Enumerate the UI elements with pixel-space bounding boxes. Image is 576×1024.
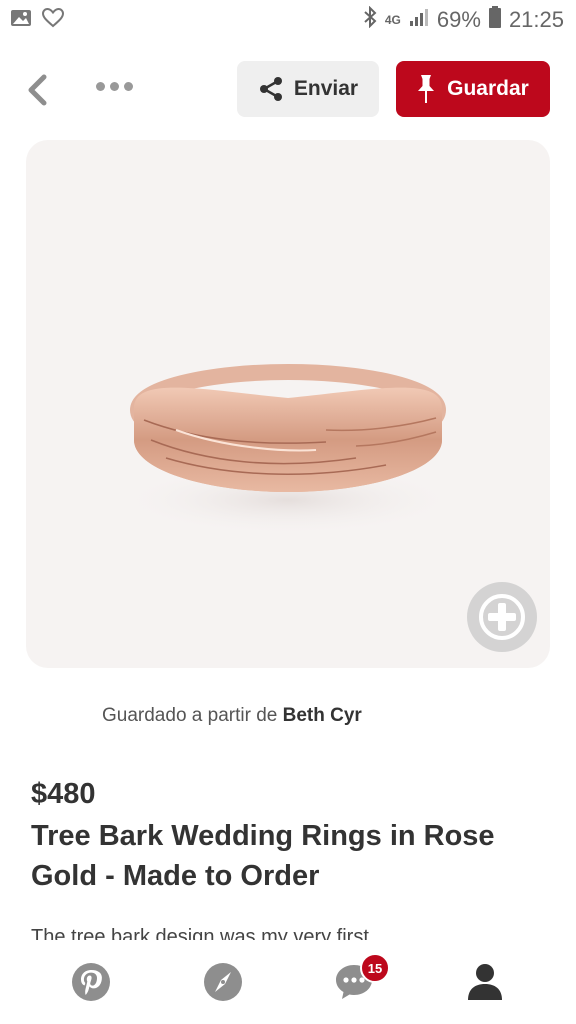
rose-gold-ring-image	[118, 364, 458, 535]
attribution-source[interactable]: Beth Cyr	[283, 705, 362, 726]
profile-icon	[468, 964, 502, 1000]
visual-search-button[interactable]	[467, 582, 537, 652]
bluetooth-icon	[363, 5, 377, 34]
clock: 21:25	[508, 7, 564, 32]
attribution-prefix: Guardado a partir de	[102, 705, 278, 726]
pin-title: Tree Bark Wedding Rings in Rose Gold - M…	[31, 820, 495, 892]
pin-price: $480	[31, 778, 96, 810]
back-button[interactable]	[22, 70, 52, 110]
pinterest-logo-icon	[72, 963, 110, 1001]
pin-image[interactable]	[26, 140, 550, 668]
nav-home[interactable]	[69, 960, 113, 1004]
status-bar: 4G 69% 21:25	[0, 0, 576, 40]
save-label: Guardar	[447, 77, 529, 100]
notifications-badge: 15	[360, 953, 390, 983]
nav-profile[interactable]	[463, 960, 507, 1004]
more-dots-icon	[96, 82, 105, 91]
pushpin-icon	[418, 75, 435, 103]
save-button[interactable]: Guardar	[396, 61, 550, 117]
visual-search-icon	[479, 594, 525, 640]
battery-percent: 69%	[436, 7, 481, 32]
pin-attribution[interactable]: Guardado a partir de Beth Cyr	[102, 705, 362, 727]
more-options-button[interactable]	[96, 82, 133, 91]
compass-icon	[204, 963, 242, 1001]
pin-toolbar: Enviar Guardar	[0, 60, 576, 120]
send-label: Enviar	[293, 77, 359, 100]
share-icon	[259, 77, 282, 101]
send-button[interactable]: Enviar	[237, 61, 379, 117]
nav-explore[interactable]	[201, 960, 245, 1004]
signal-icon	[409, 7, 429, 33]
gallery-notification-icon	[10, 9, 32, 32]
chevron-left-icon	[28, 74, 47, 106]
battery-icon	[488, 6, 501, 34]
heart-notification-icon	[41, 7, 65, 33]
bottom-navigation: 15	[0, 940, 576, 1024]
pin-description: The tree bark design was my very first	[31, 926, 369, 941]
network-type: 4G	[384, 13, 401, 27]
